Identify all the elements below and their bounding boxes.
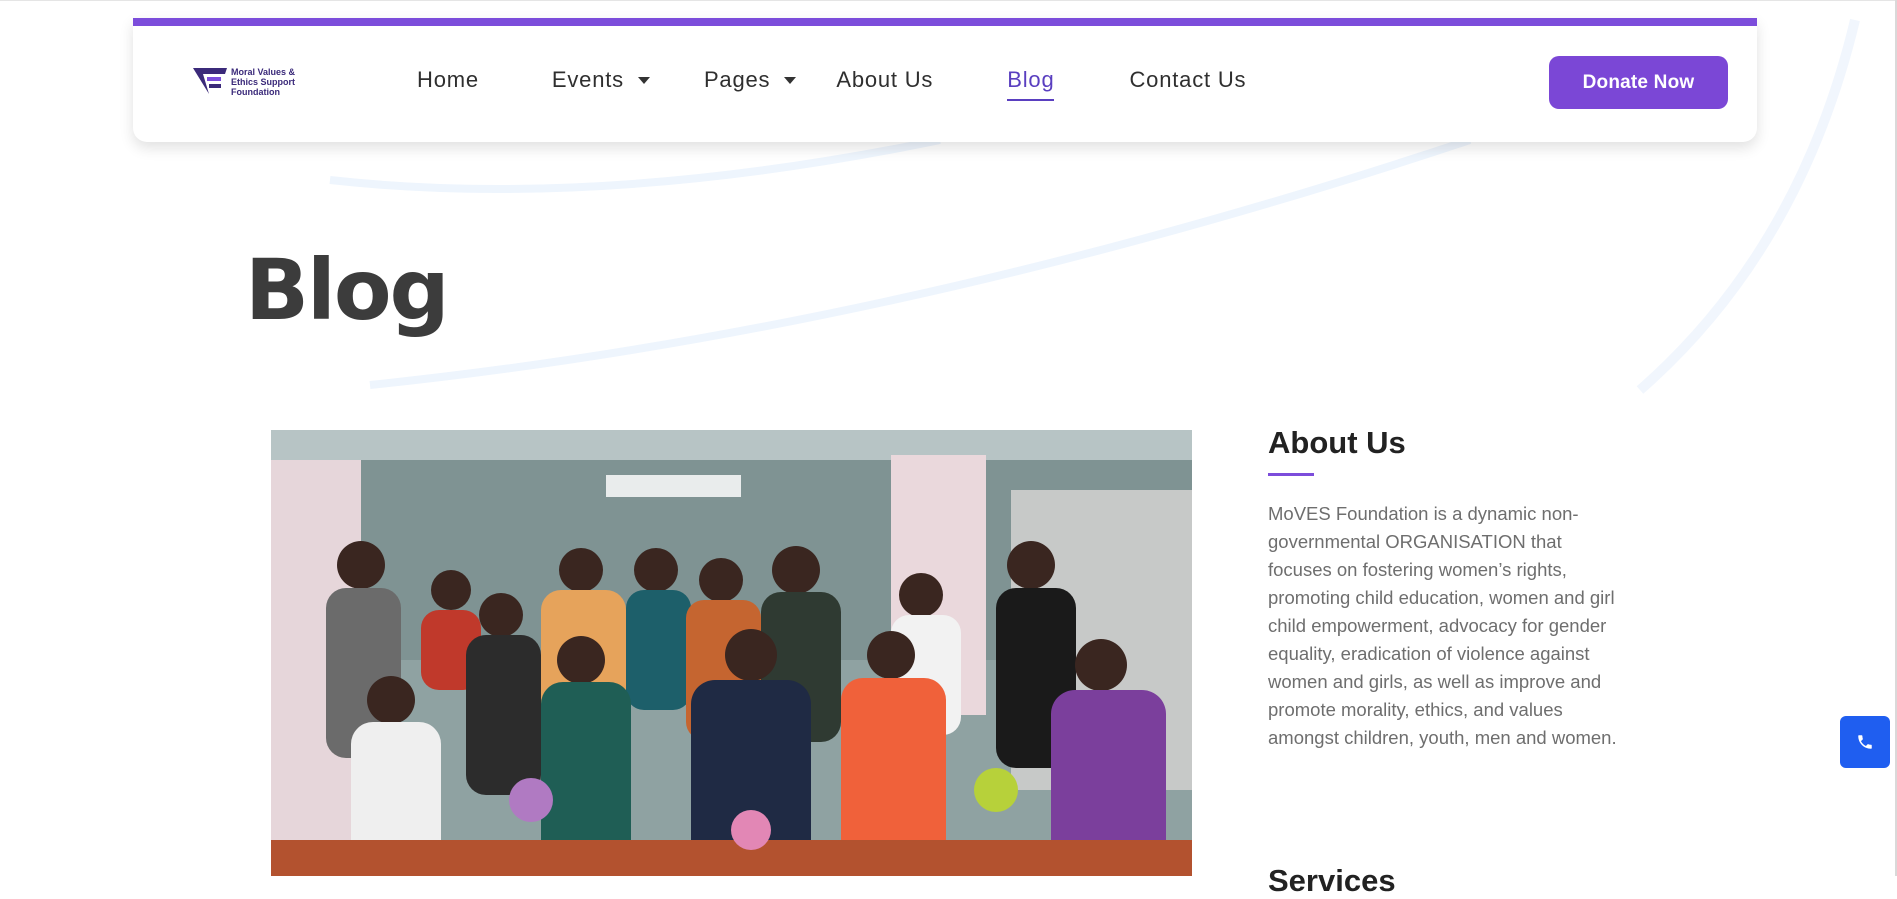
moves-logo-icon bbox=[193, 68, 227, 94]
chevron-down-icon bbox=[784, 76, 797, 84]
about-us-text: MoVES Foundation is a dynamic non-govern… bbox=[1268, 503, 1617, 748]
blog-featured-photo[interactable] bbox=[271, 430, 1192, 876]
nav-item-label: Contact Us bbox=[1129, 67, 1247, 92]
logo-line: Moral Values & bbox=[231, 67, 296, 77]
site-header: Moral Values & Ethics Support Foundation… bbox=[133, 18, 1757, 142]
page-title: Blog bbox=[245, 241, 450, 340]
nav-item-label: Pages bbox=[703, 67, 771, 92]
about-us-heading: About Us bbox=[1268, 425, 1406, 460]
nav-item-label: Events bbox=[551, 67, 624, 92]
logo-text: Moral Values & Ethics Support Foundation bbox=[231, 67, 295, 97]
site-logo[interactable]: Moral Values & Ethics Support Foundation bbox=[191, 63, 311, 101]
nav-item-events[interactable]: Events bbox=[552, 67, 650, 93]
call-button[interactable] bbox=[1840, 716, 1890, 768]
blog-sidebar: About Us MoVES Foundation is a dynamic n… bbox=[1268, 425, 1628, 898]
logo-line: Foundation bbox=[231, 87, 280, 97]
chevron-down-icon bbox=[637, 76, 650, 84]
main-nav: Home Events Pages About Us Blog Contact … bbox=[417, 18, 1246, 142]
nav-item-about-us[interactable]: About Us bbox=[836, 67, 933, 93]
heading-underline bbox=[1268, 473, 1314, 476]
services-heading: Services bbox=[1268, 862, 1396, 898]
nav-item-pages[interactable]: Pages bbox=[703, 67, 797, 93]
donate-now-button[interactable]: Donate Now bbox=[1549, 56, 1728, 109]
nav-item-label: Home bbox=[417, 67, 479, 92]
group-photo-image bbox=[271, 430, 1192, 876]
logo-line: Ethics Support bbox=[231, 77, 296, 87]
nav-item-label: About Us bbox=[836, 67, 934, 92]
nav-item-blog[interactable]: Blog bbox=[1007, 67, 1055, 101]
nav-item-contact-us[interactable]: Contact Us bbox=[1129, 67, 1246, 93]
phone-icon bbox=[1858, 735, 1872, 749]
nav-item-label: Blog bbox=[1007, 67, 1055, 92]
nav-item-home[interactable]: Home bbox=[417, 67, 479, 93]
